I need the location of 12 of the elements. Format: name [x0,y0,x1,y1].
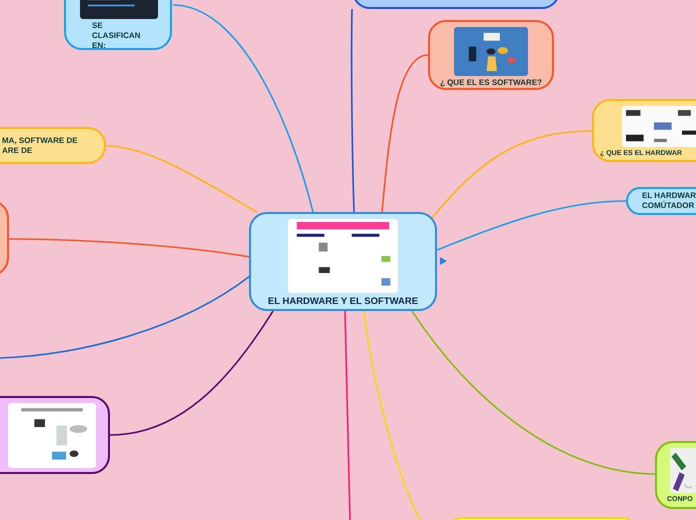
topic-label: MA, SOFTWARE DE ARE DE [2,136,78,156]
topic-node[interactable]: ¿ QUE EL ES SOFTWARE? [428,20,554,90]
expand-icon[interactable] [440,257,447,265]
topic-label: ¿ QUE EL ES SOFTWARE? [440,78,542,88]
topic-label: EL HARDWAR COMÚTADOR [642,191,696,211]
topic-node[interactable]: SE CLASIFICAN EN: [64,0,172,50]
topic-node[interactable] [0,396,110,474]
topic-label: SE CLASIFICAN EN: [92,21,142,51]
topic-node[interactable]: EL HARDWAR COMÚTADOR [626,187,696,215]
central-topic[interactable]: EL HARDWARE Y EL SOFTWARE [249,212,437,311]
topic-node[interactable]: MA, SOFTWARE DE ARE DE [0,127,106,164]
central-topic-title: EL HARDWARE Y EL SOFTWARE [268,295,418,309]
